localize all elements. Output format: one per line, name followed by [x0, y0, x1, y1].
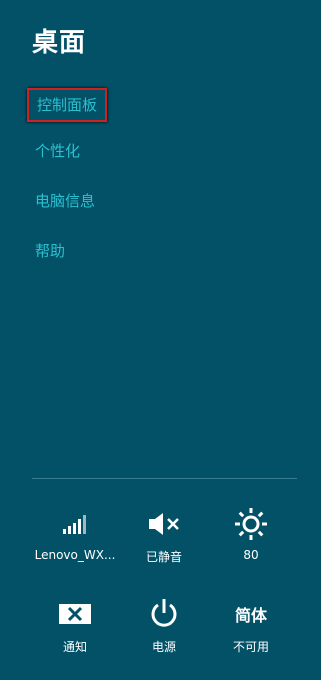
notifications-label: 通知: [62, 640, 87, 654]
brightness-value: 80: [243, 548, 259, 562]
language-tile[interactable]: 简体 不可用: [206, 596, 296, 655]
menu-item-personalization[interactable]: 个性化: [35, 140, 80, 162]
power-label: 电源: [151, 640, 176, 654]
language-indicator: 简体: [206, 596, 296, 632]
notifications-off-icon: [30, 596, 120, 632]
network-label: Lenovo_WX...: [34, 548, 116, 562]
language-glyph: 简体: [234, 606, 267, 625]
divider: [32, 478, 297, 479]
wifi-signal-icon: [30, 506, 120, 542]
brightness-sun-icon: [206, 506, 296, 542]
power-tile[interactable]: 电源: [119, 596, 209, 655]
panel-title: 桌面: [32, 28, 87, 58]
brightness-tile[interactable]: 80: [206, 506, 296, 562]
language-label: 不可用: [232, 640, 269, 654]
volume-tile[interactable]: 已静音: [119, 506, 209, 565]
power-icon: [119, 596, 209, 632]
menu-item-help[interactable]: 帮助: [35, 240, 65, 262]
menu-item-pc-info[interactable]: 电脑信息: [35, 190, 95, 212]
menu-item-control-panel[interactable]: 控制面板: [27, 88, 108, 122]
notifications-tile[interactable]: 通知: [30, 596, 120, 655]
volume-label: 已静音: [145, 550, 182, 564]
volume-muted-icon: [119, 506, 209, 542]
network-tile[interactable]: Lenovo_WX...: [30, 506, 120, 562]
